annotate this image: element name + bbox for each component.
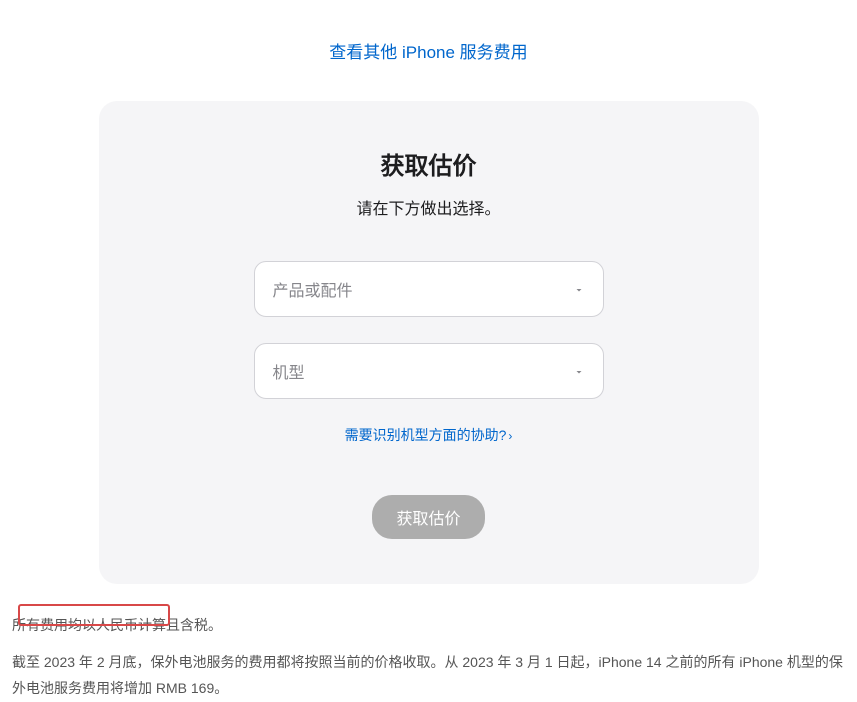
- chevron-down-icon: [573, 365, 585, 377]
- chevron-down-icon: [573, 283, 585, 295]
- card-title: 获取估价: [139, 146, 719, 181]
- help-link-container: 需要识别机型方面的协助?›: [139, 425, 719, 445]
- model-select-wrapper: 机型: [254, 343, 604, 399]
- card-subtitle: 请在下方做出选择。: [139, 195, 719, 219]
- top-link-container: 查看其他 iPhone 服务费用: [10, 0, 847, 101]
- product-select[interactable]: 产品或配件: [254, 261, 604, 317]
- help-link-text: 需要识别机型方面的协助?: [345, 427, 507, 443]
- product-select-wrapper: 产品或配件: [254, 261, 604, 317]
- model-select[interactable]: 机型: [254, 343, 604, 399]
- estimate-card: 获取估价 请在下方做出选择。 产品或配件 机型 需要识别机型方面的协助?›: [99, 101, 759, 584]
- get-estimate-button[interactable]: 获取估价: [372, 495, 484, 539]
- product-select-placeholder: 产品或配件: [273, 277, 353, 301]
- footer-note-2: 截至 2023 年 2 月底，保外电池服务的费用都将按照当前的价格收取。从 20…: [12, 649, 845, 702]
- view-other-services-link[interactable]: 查看其他 iPhone 服务费用: [329, 43, 527, 62]
- footer-notes: 所有费用均以人民币计算且含税。 截至 2023 年 2 月底，保外电池服务的费用…: [10, 612, 847, 702]
- identify-model-help-link[interactable]: 需要识别机型方面的协助?›: [345, 427, 513, 443]
- footer-note-1: 所有费用均以人民币计算且含税。: [12, 612, 845, 639]
- model-select-placeholder: 机型: [273, 359, 305, 383]
- chevron-right-icon: ›: [508, 429, 512, 443]
